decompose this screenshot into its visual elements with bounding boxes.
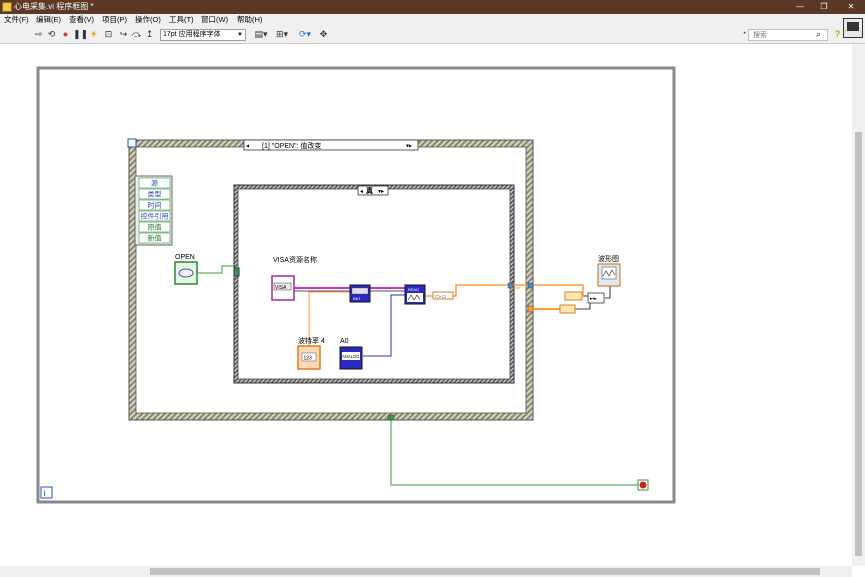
close-button[interactable]: ✕ [838, 0, 864, 14]
menu-bar: 文件(F) 编辑(E) 查看(V) 项目(P) 操作(O) 工具(T) 窗口(W… [0, 14, 865, 26]
arduino-init-node[interactable]: INIT [349, 284, 371, 303]
event-data-node: 源类型时间控件引用原值新值 [134, 175, 173, 246]
visa-resource-label: VISA资源名称 [273, 255, 317, 264]
block-diagram-canvas[interactable]: i ◂ [1] "OPEN": 值改变 ▾▸ 源类型时间控件引用原值新值 ◂ 真… [0, 44, 852, 566]
loop-stop-terminal[interactable] [637, 479, 649, 491]
menu-view[interactable]: 查看(V) [69, 15, 94, 25]
a0-label: A0 [340, 338, 349, 345]
loop-iteration-icon: i [44, 488, 46, 498]
menu-help[interactable]: 帮助(H) [237, 15, 262, 25]
svg-text:▸▪▸: ▸▪▸ [590, 296, 597, 302]
menu-file[interactable]: 文件(F) [4, 15, 29, 25]
svg-text:▾▸: ▾▸ [378, 189, 384, 195]
menu-project[interactable]: 项目(P) [102, 15, 127, 25]
help-icon[interactable]: ? [832, 29, 843, 40]
toolbar: ⇨ ⟲ ● ❚❚ ☀ ⊡ ↪ ⤼ ↥ 17pt 应用程序字体 ▼ ▤▾ ⊞▾ ⟳… [0, 26, 865, 44]
event-data-field-label: 新值 [148, 234, 162, 243]
distribute-objects-icon[interactable]: ⊞▾ [273, 29, 291, 40]
svg-text:▾▸: ▾▸ [406, 144, 412, 150]
reorder-icon[interactable]: ⟳▾ [296, 29, 314, 40]
event-case-selector[interactable]: ◂ [1] "OPEN": 值改变 ▾▸ [243, 139, 419, 151]
vertical-scrollbar[interactable] [852, 44, 865, 566]
a0-icon-text: ANALOG [342, 354, 359, 359]
waveform-graph-label: 波形图 [598, 254, 619, 263]
highlight-execution-icon[interactable]: ☀ [88, 29, 99, 40]
svg-text:◂: ◂ [360, 189, 363, 195]
abort-icon[interactable]: ● [60, 29, 71, 40]
visa-resource-terminal[interactable]: VISA [271, 275, 295, 301]
event-case-label: [1] "OPEN": 值改变 [262, 141, 321, 150]
restore-button[interactable]: ❐ [811, 0, 837, 14]
waveform-graph-terminal[interactable] [597, 263, 621, 287]
arduino-read-node[interactable]: READ [404, 284, 426, 305]
vi-icon[interactable] [843, 18, 863, 38]
title-bar: 心电采集.vi 程序框图 * — ❐ ✕ [0, 0, 865, 14]
event-data-field-label: 类型 [148, 190, 162, 199]
read-icon-text: READ [408, 287, 419, 292]
menu-window[interactable]: 窗口(W) [201, 15, 228, 25]
font-select[interactable]: 17pt 应用程序字体 ▼ [160, 29, 246, 41]
run-continuously-icon[interactable]: ⟲ [46, 29, 57, 40]
visa-icon-text: VISA [275, 285, 287, 291]
step-into-icon[interactable]: ↪ [118, 29, 129, 40]
retain-wire-values-icon[interactable]: ⊡ [103, 29, 114, 40]
a0-pin-constant[interactable]: ANALOG [339, 346, 363, 370]
open-button-terminal[interactable]: OPEN [174, 254, 198, 285]
event-data-field-label: 时间 [148, 201, 162, 210]
labview-app-icon [2, 2, 12, 12]
baud-icon-text: 123 [304, 356, 313, 362]
case-selector-label: 真 [366, 186, 373, 195]
baud-rate-terminal[interactable]: 123 [297, 345, 321, 370]
svg-text:◂: ◂ [246, 144, 249, 150]
event-data-field-label: 控件引用 [141, 212, 169, 221]
align-objects-icon[interactable]: ▤▾ [252, 29, 270, 40]
menu-edit[interactable]: 编辑(E) [36, 15, 61, 25]
run-icon[interactable]: ⇨ [33, 29, 44, 40]
chevron-down-icon: ▼ [237, 32, 243, 38]
event-data-field-label: 源 [151, 179, 158, 188]
baud-rate-label: 波特率 4 [298, 336, 325, 345]
horizontal-scrollbar[interactable] [0, 566, 852, 577]
menu-tools[interactable]: 工具(T) [169, 15, 194, 25]
init-icon-text: INIT [353, 296, 361, 301]
build-waveform-node[interactable]: ▸▪▸ [559, 291, 605, 314]
search-icon[interactable]: ⌕ [813, 29, 824, 40]
step-over-icon[interactable]: ⤼ [131, 29, 142, 40]
menu-operate[interactable]: 操作(O) [135, 15, 161, 25]
pause-icon[interactable]: ❚❚ [73, 29, 88, 40]
svg-text:▭·▭: ▭·▭ [435, 294, 446, 300]
window-title: 心电采集.vi 程序框图 * [14, 2, 94, 11]
open-label: OPEN [175, 254, 195, 261]
minimize-button[interactable]: — [787, 0, 813, 14]
font-select-value: 17pt 应用程序字体 [163, 31, 221, 38]
horizontal-scroll-thumb[interactable] [150, 568, 820, 575]
vertical-scroll-thumb[interactable] [855, 132, 862, 556]
step-out-icon[interactable]: ↥ [144, 29, 155, 40]
event-data-field-label: 原值 [148, 223, 162, 232]
cleanup-diagram-icon[interactable]: ✥ [318, 29, 329, 40]
scale-node[interactable]: ▭·▭ [432, 291, 454, 300]
